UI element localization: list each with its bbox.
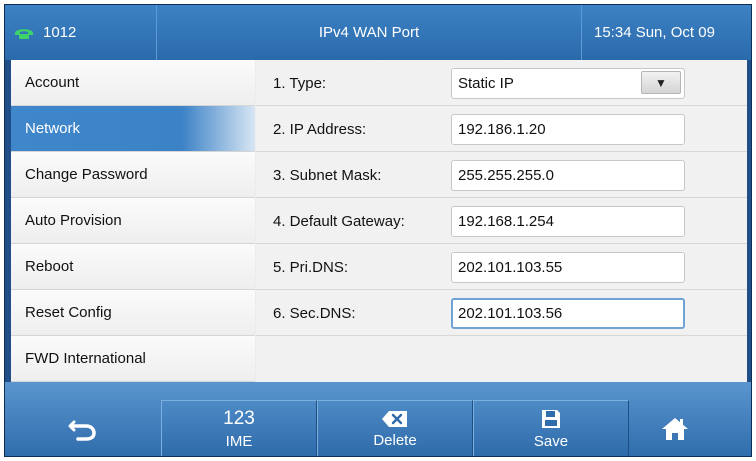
floppy-disk-icon bbox=[542, 409, 560, 428]
home-icon bbox=[662, 418, 688, 440]
form-row-sec-dns: 6. Sec.DNS: 202.101.103.56 bbox=[256, 290, 747, 336]
form-row-ip-address: 2. IP Address: 192.186.1.20 bbox=[256, 106, 747, 152]
default-gateway-label: 4. Default Gateway: bbox=[273, 212, 405, 230]
back-button[interactable] bbox=[5, 400, 161, 456]
account-number: 1012 bbox=[43, 24, 77, 41]
account-indicator[interactable]: 1012 bbox=[5, 5, 157, 60]
sidebar-item-auto-provision[interactable]: Auto Provision bbox=[11, 198, 255, 244]
sidebar-item-network[interactable]: Network bbox=[11, 106, 255, 152]
pri-dns-input[interactable]: 202.101.103.55 bbox=[451, 252, 685, 283]
type-label: 1. Type: bbox=[273, 74, 327, 92]
main-content: Account Network Change Password Auto Pro… bbox=[11, 60, 747, 382]
home-button[interactable] bbox=[597, 400, 751, 456]
type-select[interactable]: Static IP ▼ bbox=[451, 68, 685, 99]
pri-dns-label: 5. Pri.DNS: bbox=[273, 258, 349, 276]
dropdown-arrow-icon[interactable]: ▼ bbox=[641, 71, 681, 94]
sidebar: Account Network Change Password Auto Pro… bbox=[11, 60, 255, 382]
sec-dns-label: 6. Sec.DNS: bbox=[273, 304, 356, 322]
form-row-type: 1. Type: Static IP ▼ bbox=[256, 60, 747, 106]
ime-label: IME bbox=[225, 432, 253, 450]
ime-button[interactable]: 123 IME bbox=[161, 400, 317, 456]
softkey-bar: 123 IME Delete Save bbox=[5, 382, 751, 456]
save-label: Save bbox=[533, 432, 569, 450]
form-row-subnet-mask: 3. Subnet Mask: 255.255.255.0 bbox=[256, 152, 747, 198]
delete-button[interactable]: Delete bbox=[317, 400, 473, 456]
form-row-default-gateway: 4. Default Gateway: 192.168.1.254 bbox=[256, 198, 747, 244]
sidebar-item-fwd-international[interactable]: FWD International bbox=[11, 336, 255, 382]
subnet-mask-input[interactable]: 255.255.255.0 bbox=[451, 160, 685, 191]
form-row-pri-dns: 5. Pri.DNS: 202.101.103.55 bbox=[256, 244, 747, 290]
back-arrow-icon bbox=[68, 420, 96, 441]
clock: 15:34 Sun, Oct 09 bbox=[581, 5, 751, 60]
ime-value: 123 bbox=[223, 407, 255, 429]
sidebar-item-reboot[interactable]: Reboot bbox=[11, 244, 255, 290]
backspace-icon bbox=[382, 410, 407, 427]
sidebar-item-account[interactable]: Account bbox=[11, 60, 255, 106]
sidebar-item-reset-config[interactable]: Reset Config bbox=[11, 290, 255, 336]
subnet-mask-label: 3. Subnet Mask: bbox=[273, 166, 382, 184]
ip-address-label: 2. IP Address: bbox=[273, 120, 367, 138]
type-select-value: Static IP bbox=[458, 75, 514, 92]
settings-form: 1. Type: Static IP ▼ 2. IP Address: 192.… bbox=[256, 60, 747, 382]
delete-label: Delete bbox=[373, 431, 417, 449]
sec-dns-input[interactable]: 202.101.103.56 bbox=[451, 298, 685, 329]
phone-screen: 1012 IPv4 WAN Port 15:34 Sun, Oct 09 Acc… bbox=[4, 4, 752, 457]
page-title: IPv4 WAN Port bbox=[318, 24, 420, 41]
status-bar: 1012 IPv4 WAN Port 15:34 Sun, Oct 09 bbox=[5, 5, 751, 60]
default-gateway-input[interactable]: 192.168.1.254 bbox=[451, 206, 685, 237]
phone-handset-icon bbox=[15, 28, 33, 39]
ip-address-input[interactable]: 192.186.1.20 bbox=[451, 114, 685, 145]
sidebar-item-change-password[interactable]: Change Password bbox=[11, 152, 255, 198]
